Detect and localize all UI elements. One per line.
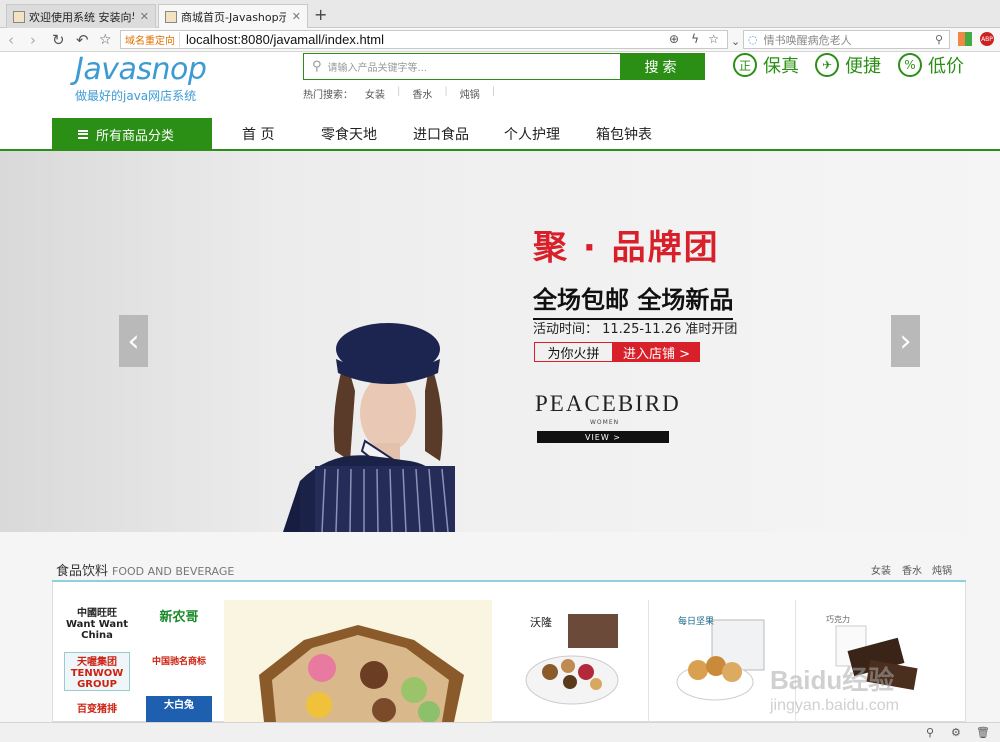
reload-icon[interactable]: ↻ [52,31,65,49]
browser-status-bar: ⚲ ⚙ 🗑 [0,722,1000,742]
product-brand: 每日坚果 [678,617,715,627]
view-button[interactable]: VIEW > [537,431,669,443]
tab-label: 商城首页-Javashop示例商城 [181,10,286,24]
banner-deal-button[interactable]: 为你火拼 [534,342,613,362]
hot-search: 热门搜索： 女装 | 香水 | 炖锅 | [303,86,495,101]
authentic-icon: 正 [733,53,757,77]
promise-authentic: 正 保真 [733,52,799,78]
banner-title: 聚 · 品牌团 [533,228,720,268]
divider: | [444,86,448,97]
url-host: localhost [186,32,238,47]
hot-search-label: 热门搜索： [303,90,353,101]
nav-item-home[interactable]: 首 页 [242,124,274,144]
close-icon[interactable]: ✕ [292,10,301,23]
promo-image[interactable] [224,600,492,723]
bookmark-star-icon[interactable]: ☆ [99,31,112,49]
address-bar[interactable]: 域名重定向 localhost:8080/javamall/index.html… [120,30,728,49]
browser-toolbar: ‹ › ↻ ↶ ☆ 域名重定向 localhost:8080/javamall/… [0,28,1000,52]
brand-logo-famous-trademark[interactable]: 中国驰名商标 [146,654,212,667]
enter-store-button[interactable]: 进入店铺 > [613,342,700,362]
extension-grid-icon[interactable] [958,32,972,46]
redirect-tag: 域名重定向 [121,32,180,47]
settings-icon[interactable]: ⚙ [951,726,961,739]
site-logo[interactable]: Javasnop [75,52,207,87]
hero-banner[interactable] [0,151,1000,532]
percent-icon: % [898,53,922,77]
brand-logo-white-rabbit[interactable]: 大白兔 [146,696,212,722]
watermark-logo: Baidu经验 [770,665,895,695]
divider: | [491,86,496,97]
hot-search-term[interactable]: 炖锅 [460,86,480,101]
search-placeholder: 请输入产品关键字等... [327,63,428,74]
section-title-cn: 食品饮料 [56,564,109,579]
browser-search-input[interactable]: ◌ 情书唤醒病危老人 ⚲ [743,30,950,49]
banner-subtitle: 全场包邮 全场新品 [533,280,734,320]
adblock-icon[interactable]: ABP [980,32,994,46]
promise-convenient: ✈ 便捷 [815,52,881,78]
brand-logo-wantwant[interactable]: 中國旺旺 Want Want China [64,604,130,641]
browser-tab-install-wizard[interactable]: 欢迎使用系统 安装向导 ✕ [6,4,156,28]
brand-subline: WOMEN [590,419,620,426]
brand-logo-tenwow[interactable]: 天喔集团 TENWOW GROUP [64,652,130,691]
search-button[interactable]: 搜索 [620,53,705,80]
close-icon[interactable]: ✕ [140,10,149,23]
product-search-input[interactable]: ⚲ 请输入产品关键字等... [303,53,621,80]
browser-tab-bar: 欢迎使用系统 安装向导 ✕ 商城首页-Javashop示例商城 ✕ + [0,0,1000,28]
divider: | [397,86,401,97]
product-brand: 沃隆 [530,616,552,629]
nav-item-bags-watches[interactable]: 箱包钟表 [596,124,652,144]
star-icon[interactable]: ☆ [708,32,719,46]
brand-name: PEACEBIRD [535,391,681,416]
banner-event-time: 活动时间： 11.25-11.26 准时开团 [533,322,738,337]
nav-item-personal-care[interactable]: 个人护理 [504,124,560,144]
browser-search-placeholder: 情书唤醒病危老人 [763,33,852,47]
zoom-icon[interactable]: ⊕ [669,32,679,46]
lightning-icon[interactable]: ϟ [691,32,699,46]
menu-icon [78,129,88,139]
nav-item-imported-food[interactable]: 进口食品 [413,124,469,144]
search-engine-icon: ◌ [748,33,758,46]
banner-next-button[interactable]: › [891,315,920,367]
all-categories-button[interactable]: 所有商品分类 [52,118,212,150]
brand-logo-xinnongge[interactable]: 新农哥 [146,606,212,625]
section-link[interactable]: 炖锅 [932,562,952,577]
search-icon[interactable]: ⚲ [935,33,943,46]
section-title-en: FOOD AND BEVERAGE [112,565,235,578]
all-categories-label: 所有商品分类 [96,128,175,144]
search-icon: ⚲ [312,59,322,74]
promise-low-price: % 低价 [898,52,964,78]
forward-icon[interactable]: › [30,31,36,49]
tab-label: 欢迎使用系统 安装向导 [29,10,134,24]
url-text[interactable]: localhost:8080/javamall/index.html [186,32,384,47]
brand-logo-pork-chop[interactable]: 百变猪排 [64,700,130,715]
product-brand: 巧克力 [826,615,850,624]
hot-search-term[interactable]: 香水 [412,86,432,101]
dropdown-chevron-icon[interactable]: ⌄ [731,33,740,51]
page-favicon-icon [13,10,25,23]
pin-icon[interactable]: ⚲ [926,726,934,739]
new-tab-button[interactable]: + [314,5,327,24]
section-link[interactable]: 女装 [871,562,891,577]
page-favicon-icon [165,10,177,23]
undo-icon[interactable]: ↶ [76,31,89,49]
nav-item-snacks[interactable]: 零食天地 [321,124,377,144]
promise-label: 便捷 [845,56,881,77]
promise-label: 低价 [928,56,964,77]
url-path: :8080/javamall/index.html [237,32,385,47]
back-icon[interactable]: ‹ [8,31,14,49]
site-slogan: 做最好的java网店系统 [75,89,197,103]
trash-icon[interactable]: 🗑 [976,726,990,739]
watermark-url: jingyan.baidu.com [770,697,899,714]
section-title: 食品饮料 FOOD AND BEVERAGE [56,560,234,579]
skirt-stripes [315,466,455,532]
browser-tab-mall-home[interactable]: 商城首页-Javashop示例商城 ✕ [158,4,308,28]
product-nuts[interactable]: 沃隆 [510,600,650,722]
banner-prev-button[interactable]: ‹ [119,315,148,367]
promise-label: 保真 [763,56,799,77]
plane-icon: ✈ [815,53,839,77]
hot-search-term[interactable]: 女装 [365,86,385,101]
mooncake-tray-image [259,625,464,723]
section-link[interactable]: 香水 [902,562,922,577]
